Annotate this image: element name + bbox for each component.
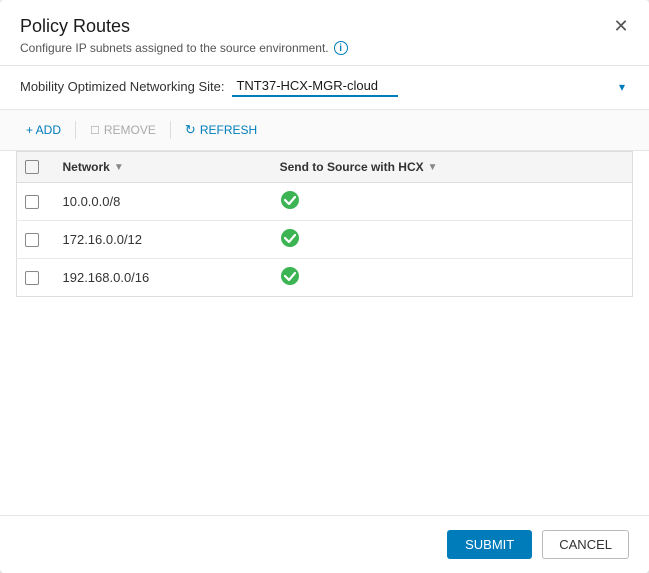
- row-checkbox-cell: [17, 183, 53, 221]
- network-col-label: Network: [63, 160, 110, 174]
- send-check-icon: [280, 190, 300, 210]
- network-cell: 192.168.0.0/16: [53, 259, 270, 297]
- toolbar: + ADD ☐ REMOVE ↻ REFRESH: [0, 110, 649, 151]
- table-header-row: Network ▼ Send to Source with HCX ▼: [17, 152, 633, 183]
- toolbar-separator-1: [75, 121, 76, 139]
- row-checkbox-cell: [17, 259, 53, 297]
- table-row: 10.0.0.0/8: [17, 183, 633, 221]
- row-checkbox[interactable]: [25, 233, 39, 247]
- remove-label: REMOVE: [104, 123, 156, 137]
- refresh-icon: ↻: [185, 122, 196, 138]
- add-button[interactable]: + ADD: [16, 119, 71, 141]
- routes-table: Network ▼ Send to Source with HCX ▼ 10.0…: [16, 151, 633, 297]
- row-checkbox[interactable]: [25, 195, 39, 209]
- refresh-label: REFRESH: [200, 123, 257, 137]
- select-all-checkbox[interactable]: [25, 160, 39, 174]
- table-row: 172.16.0.0/12: [17, 221, 633, 259]
- send-filter-icon[interactable]: ▼: [428, 162, 438, 173]
- send-check-icon: [280, 266, 300, 286]
- send-cell: [270, 183, 633, 221]
- close-button[interactable]: ✕: [609, 14, 633, 38]
- dialog-header: Policy Routes Configure IP subnets assig…: [0, 0, 649, 66]
- site-select[interactable]: TNT37-HCX-MGR-cloud: [232, 76, 398, 97]
- cancel-button[interactable]: CANCEL: [542, 530, 629, 559]
- site-select-wrapper: TNT37-HCX-MGR-cloud: [232, 76, 629, 97]
- dialog-footer: SUBMIT CANCEL: [0, 515, 649, 573]
- dialog-subtitle: Configure IP subnets assigned to the sou…: [20, 41, 629, 55]
- row-checkbox[interactable]: [25, 271, 39, 285]
- network-cell: 172.16.0.0/12: [53, 221, 270, 259]
- send-cell: [270, 259, 633, 297]
- table-container: Network ▼ Send to Source with HCX ▼ 10.0…: [0, 151, 649, 515]
- header-checkbox-col: [17, 152, 53, 183]
- dialog-title: Policy Routes: [20, 16, 629, 37]
- remove-button[interactable]: ☐ REMOVE: [80, 119, 166, 141]
- row-checkbox-cell: [17, 221, 53, 259]
- send-check-icon: [280, 228, 300, 248]
- table-body: 10.0.0.0/8 172.16.0.0/12 192.168.0.0/16: [17, 183, 633, 297]
- site-row: Mobility Optimized Networking Site: TNT3…: [0, 66, 649, 110]
- policy-routes-dialog: Policy Routes Configure IP subnets assig…: [0, 0, 649, 573]
- info-icon[interactable]: i: [334, 41, 348, 55]
- remove-icon: ☐: [90, 124, 100, 137]
- site-label: Mobility Optimized Networking Site:: [20, 79, 224, 94]
- header-send: Send to Source with HCX ▼: [270, 152, 633, 183]
- header-network: Network ▼: [53, 152, 270, 183]
- network-cell: 10.0.0.0/8: [53, 183, 270, 221]
- table-row: 192.168.0.0/16: [17, 259, 633, 297]
- add-label: + ADD: [26, 123, 61, 137]
- network-filter-icon[interactable]: ▼: [114, 162, 124, 173]
- subtitle-text: Configure IP subnets assigned to the sou…: [20, 41, 329, 55]
- refresh-button[interactable]: ↻ REFRESH: [175, 118, 267, 142]
- toolbar-separator-2: [170, 121, 171, 139]
- send-cell: [270, 221, 633, 259]
- send-col-label: Send to Source with HCX: [280, 160, 424, 174]
- submit-button[interactable]: SUBMIT: [447, 530, 532, 559]
